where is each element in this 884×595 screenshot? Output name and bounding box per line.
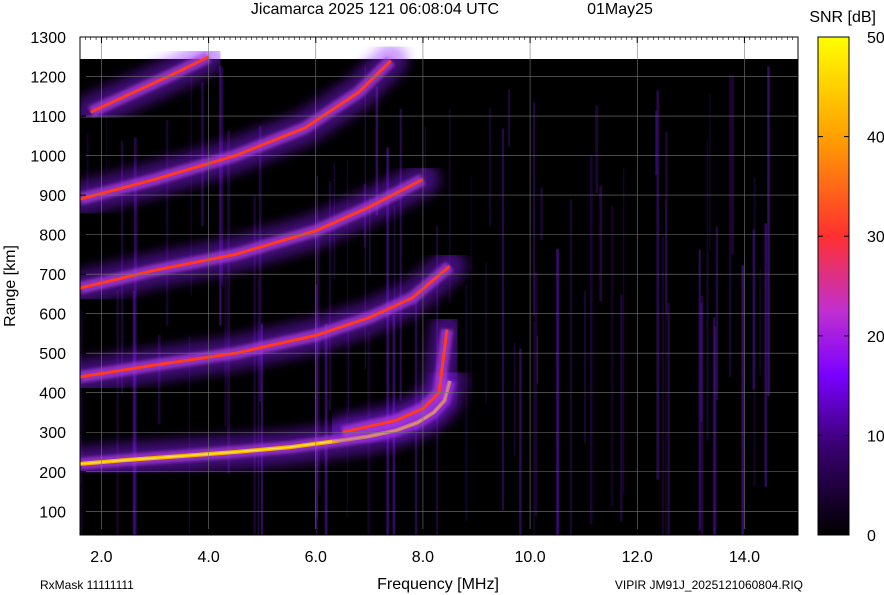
chart-date: 01May25	[587, 1, 653, 18]
x-tick-label: 14.0	[729, 549, 760, 566]
y-tick-label: 300	[39, 425, 66, 442]
y-tick-label: 200	[39, 465, 66, 482]
x-tick-label: 2.0	[90, 549, 112, 566]
colorbar-tick-label: 30	[867, 229, 884, 246]
x-tick-label: 4.0	[197, 549, 219, 566]
y-tick-label: 400	[39, 386, 66, 403]
ionogram-chart: Jicamarca 2025 121 06:08:04 UTC 01May25 …	[2, 1, 884, 593]
x-tick-label: 8.0	[412, 549, 434, 566]
y-tick-label: 700	[39, 267, 66, 284]
y-tick-label: 800	[39, 228, 66, 245]
y-tick-label: 1000	[30, 149, 66, 166]
y-tick-label: 600	[39, 307, 66, 324]
y-axis: 100 200 300 400 500 600 700 800 900 1000 1100 1200 1…	[30, 30, 86, 521]
chart-title: Jicamarca 2025 121 06:08:04 UTC	[251, 1, 499, 18]
y-tick-label: 1300	[30, 30, 66, 47]
y-tick-label: 100	[39, 504, 66, 521]
x-tick-label: 6.0	[305, 549, 327, 566]
x-tick-label: 12.0	[622, 549, 653, 566]
x-axis-label: Frequency [MHz]	[377, 576, 499, 593]
colorbar-tick-label: 50	[867, 30, 884, 47]
colorbar-tick-label: 40	[867, 130, 884, 147]
y-axis-label: Range [km]	[2, 245, 19, 327]
rx-mask-label: RxMask 11111111	[40, 578, 134, 592]
colorbar-label: SNR [dB]	[809, 9, 876, 26]
colorbar-tick-label: 10	[867, 428, 884, 445]
y-tick-label: 500	[39, 346, 66, 363]
y-tick-label: 1200	[30, 70, 66, 87]
file-name-label: VIPIR JM91J_2025121060804.RIQ	[615, 578, 803, 592]
ionogram-figure: Jicamarca 2025 121 06:08:04 UTC 01May25 …	[0, 0, 884, 595]
y-tick-label: 900	[39, 188, 66, 205]
x-tick-label: 10.0	[515, 549, 546, 566]
colorbar-tick-label: 0	[867, 528, 876, 545]
y-tick-label: 1100	[32, 109, 67, 126]
colorbar	[817, 36, 850, 536]
colorbar-tick-label: 20	[867, 329, 884, 346]
